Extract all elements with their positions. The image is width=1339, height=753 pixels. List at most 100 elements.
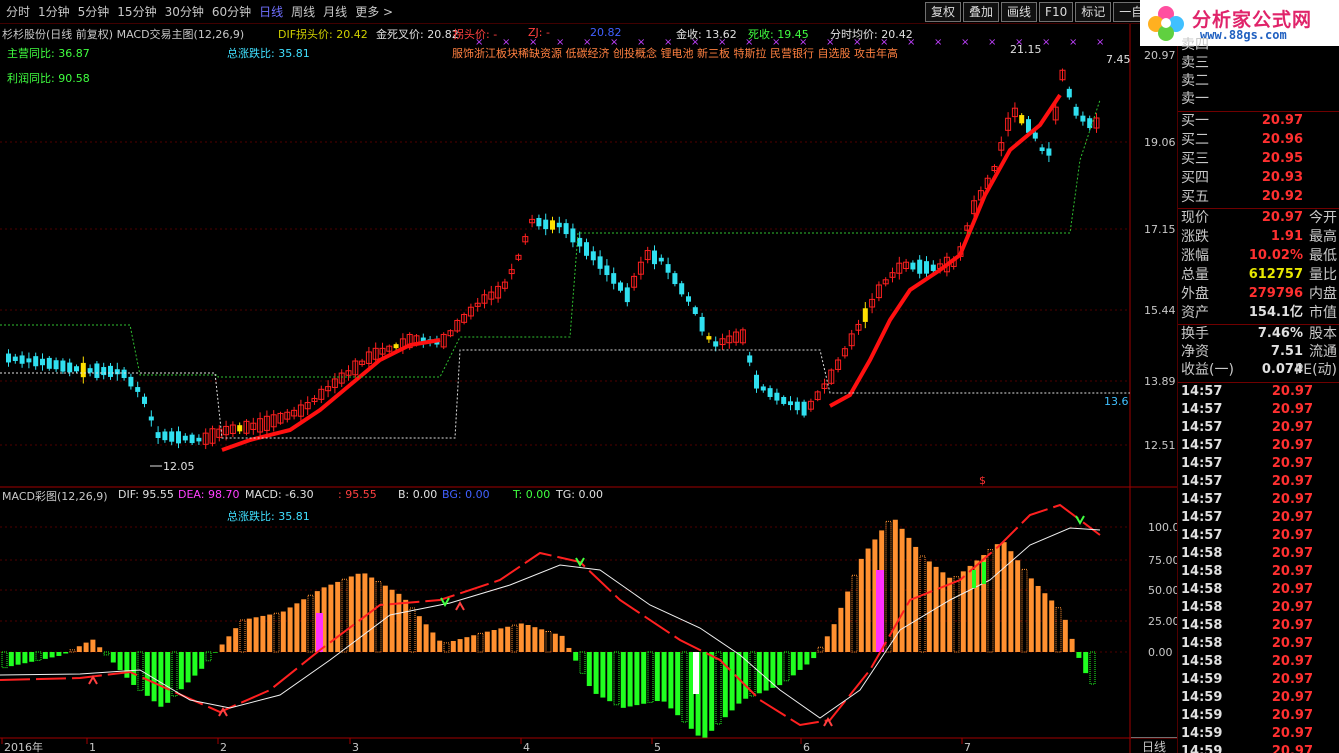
- candle-body: [801, 401, 807, 416]
- tab-timeframe-7[interactable]: 周线: [287, 3, 319, 21]
- quote-row-5-label: 资产: [1181, 305, 1209, 321]
- tick-row: 14:59 20.97: [1181, 689, 1339, 707]
- ask-row-1-label: 卖三: [1181, 55, 1209, 71]
- quote-row-0-value: 20.97: [1261, 210, 1303, 225]
- candle-body: [543, 219, 549, 230]
- macd-bar: [559, 635, 565, 652]
- macd-bar: [940, 572, 946, 652]
- candle-body: [114, 369, 120, 375]
- tab-timeframe-0[interactable]: 分时: [2, 3, 34, 21]
- candle-body: [611, 273, 617, 284]
- macd-bar: [103, 651, 110, 656]
- macd-bar: [22, 652, 28, 664]
- candle-body: [128, 376, 134, 387]
- quote-row-5: 资产 154.1亿 市值: [1181, 304, 1339, 322]
- candle-body: [618, 282, 623, 291]
- macd-bar: [369, 577, 375, 652]
- tab-timeframe-1[interactable]: 1分钟: [34, 3, 74, 21]
- macd-bar: [1015, 560, 1021, 652]
- macd-bar: [1069, 638, 1075, 652]
- chart-canvas[interactable]: 19.06 17.15 15.44 13.89 12.51 20.97 100.0 75.00…: [0, 24, 1177, 753]
- macd-bar: [403, 599, 409, 652]
- tick-row: 14:57 20.97: [1181, 509, 1339, 527]
- macd-bar: [192, 652, 198, 676]
- signal-x-marker: ×: [988, 37, 996, 48]
- bottom-tab-daily[interactable]: 日线: [1131, 737, 1177, 753]
- bid-row-0-label: 买一: [1181, 113, 1209, 129]
- buy-arrow-icon: [88, 674, 98, 685]
- tick-row: 14:57 20.97: [1181, 383, 1339, 401]
- macd-bar: [627, 652, 633, 707]
- macd-bar: [661, 652, 667, 702]
- macd-tick-label: 75.00: [1148, 554, 1177, 567]
- quote-row-3-value: 612757: [1248, 267, 1303, 282]
- candle-body: [19, 355, 25, 364]
- macd-bar: [1076, 652, 1082, 658]
- signal-x-marker: ×: [691, 37, 699, 48]
- quote-row-4-value: 279796: [1248, 286, 1303, 301]
- tick-time: 14:57: [1181, 510, 1223, 525]
- macd-bar: [804, 652, 810, 665]
- candle-body: [1019, 115, 1025, 124]
- macd-bar: [423, 624, 429, 652]
- candle-body: [563, 223, 569, 235]
- candle-body: [590, 251, 596, 261]
- tab-timeframe-9[interactable]: 更多 >: [351, 3, 397, 21]
- candle-body: [1039, 147, 1045, 152]
- tab-timeframe-3[interactable]: 15分钟: [113, 3, 160, 21]
- macd-bar: [63, 652, 69, 654]
- quote-row-1-value: 1.91: [1270, 229, 1303, 244]
- candle-body: [148, 416, 154, 421]
- macd-bar-highlight: [693, 652, 699, 694]
- right-price-label: 13.6: [1104, 395, 1129, 408]
- tick-price: 20.97: [1271, 654, 1313, 669]
- macd-bar: [219, 644, 225, 652]
- bid-row-2-label: 买三: [1181, 151, 1209, 167]
- candle-body: [550, 220, 555, 230]
- macd-bar: [505, 626, 511, 652]
- price-tick-label: 17.15: [1144, 223, 1176, 236]
- signal-x-marker: ×: [853, 37, 861, 48]
- tab-timeframe-2[interactable]: 5分钟: [74, 3, 114, 21]
- macd-bar: [1062, 619, 1068, 652]
- macd-bar: [906, 537, 912, 652]
- toolbar-button-3[interactable]: F10: [1039, 2, 1074, 22]
- tick-time: 14:57: [1181, 456, 1223, 471]
- macd-bar: [953, 576, 960, 653]
- macd-bar: [613, 651, 620, 706]
- tab-timeframe-5[interactable]: 60分钟: [208, 3, 255, 21]
- tab-timeframe-8[interactable]: 月线: [319, 3, 351, 21]
- macd-bar: [532, 627, 538, 652]
- candle-body: [1087, 118, 1093, 129]
- candle-body: [108, 365, 113, 377]
- candle-body: [624, 287, 630, 303]
- tick-time: 14:57: [1181, 438, 1223, 453]
- macd-bar: [471, 635, 477, 652]
- macd-bar: [301, 599, 307, 652]
- toolbar-button-1[interactable]: 叠加: [963, 2, 1000, 22]
- tick-row: 14:59 20.97: [1181, 743, 1339, 753]
- tick-row: 14:58 20.97: [1181, 563, 1339, 581]
- macd-bar: [464, 637, 470, 652]
- quote-row-1-label: 涨跌: [1181, 229, 1209, 245]
- tick-row: 14:58 20.97: [1181, 599, 1339, 617]
- quote-row-1: 涨跌 1.91 最高: [1181, 228, 1339, 246]
- macd-bar: [763, 652, 769, 691]
- tab-timeframe-4[interactable]: 30分钟: [161, 3, 208, 21]
- toolbar-button-0[interactable]: 复权: [925, 2, 962, 22]
- tick-row: 14:59 20.97: [1181, 707, 1339, 725]
- macd-bar: [783, 651, 790, 682]
- resistance-dashed-line: [0, 349, 1130, 439]
- macd-bar: [607, 652, 613, 702]
- macd-bar: [634, 652, 640, 706]
- candle-body: [794, 401, 800, 411]
- price-tick-label: 15.44: [1144, 304, 1176, 317]
- toolbar-button-2[interactable]: 画线: [1001, 2, 1038, 22]
- quote-row-1-label2: 最高: [1309, 229, 1337, 245]
- tick-row: 14:57 20.97: [1181, 419, 1339, 437]
- tab-timeframe-6[interactable]: 日线: [255, 3, 287, 21]
- tick-time: 14:58: [1181, 654, 1223, 669]
- toolbar-button-4[interactable]: 标记: [1075, 2, 1112, 22]
- candle-body: [87, 368, 93, 373]
- tick-time: 14:57: [1181, 420, 1223, 435]
